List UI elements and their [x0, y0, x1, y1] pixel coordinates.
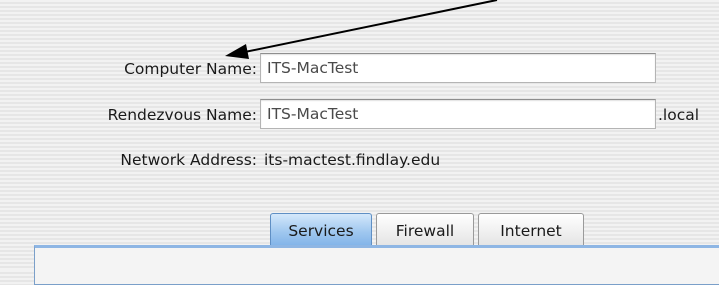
tab-content-pane: [34, 245, 719, 285]
tab-internet-label: Internet: [500, 221, 562, 240]
computer-name-label: Computer Name:: [124, 60, 257, 78]
rendezvous-name-field[interactable]: [260, 99, 656, 129]
tab-firewall-label: Firewall: [395, 221, 455, 240]
network-address-value: its-mactest.findlay.edu: [264, 151, 441, 169]
tab-firewall[interactable]: Firewall: [376, 213, 474, 247]
rendezvous-name-label: Rendezvous Name:: [107, 106, 257, 124]
tab-services-label: Services: [288, 221, 354, 240]
rendezvous-domain-suffix: .local: [658, 106, 700, 124]
computer-name-field[interactable]: [260, 53, 656, 83]
tab-bar: Services Firewall Internet: [270, 213, 588, 247]
network-address-label: Network Address:: [120, 151, 257, 169]
tab-internet[interactable]: Internet: [478, 213, 584, 247]
tab-services[interactable]: Services: [270, 213, 372, 247]
